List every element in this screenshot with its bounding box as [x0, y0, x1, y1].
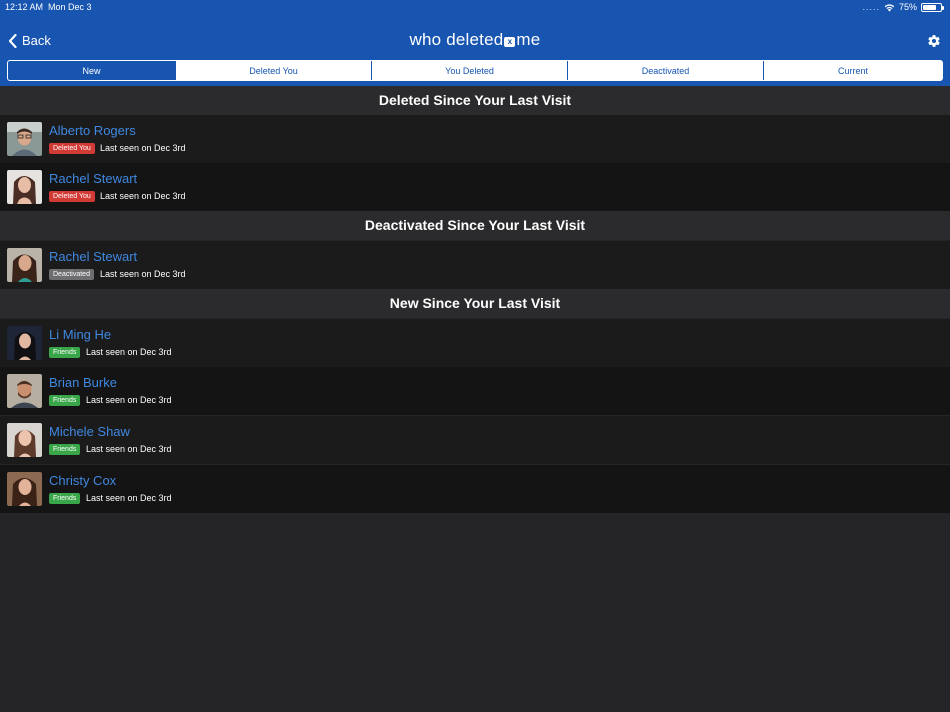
- status-badge: Friends: [49, 493, 81, 504]
- status-badge: Deactivated: [49, 269, 94, 280]
- status-bar: 12:12 AM Mon Dec 3 ..... 75%: [0, 0, 950, 16]
- person-name[interactable]: Rachel Stewart: [49, 171, 137, 186]
- person-name[interactable]: Rachel Stewart: [49, 249, 137, 264]
- status-badge: Deleted You: [49, 143, 95, 154]
- avatar: [7, 170, 42, 204]
- status-right: ..... 75%: [862, 2, 944, 12]
- app-logo: who deleted x me: [0, 30, 950, 50]
- status-badge: Friends: [49, 347, 81, 358]
- battery-percent: 75%: [898, 2, 917, 12]
- last-seen-text: Last seen on Dec 3rd: [100, 191, 186, 201]
- person-name[interactable]: Alberto Rogers: [49, 123, 136, 138]
- section-header-deactivated: Deactivated Since Your Last Visit: [0, 211, 950, 240]
- last-seen-text: Last seen on Dec 3rd: [86, 493, 172, 503]
- last-seen-text: Last seen on Dec 3rd: [86, 347, 172, 357]
- last-seen-text: Last seen on Dec 3rd: [86, 395, 172, 405]
- nav-bar: Back who deleted x me: [0, 22, 950, 60]
- status-time: 12:12 AM: [5, 2, 44, 12]
- filter-tabs: New Deleted You You Deleted Deactivated …: [7, 60, 943, 81]
- tab-current[interactable]: Current: [764, 61, 942, 80]
- list-item[interactable]: Christy Cox Friends Last seen on Dec 3rd: [0, 465, 950, 513]
- tab-deactivated[interactable]: Deactivated: [568, 61, 764, 80]
- avatar: [7, 472, 42, 506]
- section-header-deleted: Deleted Since Your Last Visit: [0, 86, 950, 115]
- tab-deleted-you[interactable]: Deleted You: [176, 61, 372, 80]
- list-item[interactable]: Michele Shaw Friends Last seen on Dec 3r…: [0, 416, 950, 464]
- person-name[interactable]: Brian Burke: [49, 375, 117, 390]
- status-date: Mon Dec 3: [48, 2, 92, 12]
- list-item[interactable]: Rachel Stewart Deactivated Last seen on …: [0, 241, 950, 289]
- last-seen-text: Last seen on Dec 3rd: [100, 269, 186, 279]
- list-item[interactable]: Rachel Stewart Deleted You Last seen on …: [0, 163, 950, 211]
- gear-icon[interactable]: [927, 34, 941, 48]
- avatar: [7, 122, 42, 156]
- battery-icon: [921, 2, 944, 12]
- logo-text-1: who deleted: [409, 30, 504, 49]
- list-item[interactable]: Alberto Rogers Deleted You Last seen on …: [0, 115, 950, 163]
- last-seen-text: Last seen on Dec 3rd: [100, 143, 186, 153]
- status-badge: Deleted You: [49, 191, 95, 202]
- status-badge: Friends: [49, 395, 81, 406]
- tab-you-deleted[interactable]: You Deleted: [372, 61, 568, 80]
- person-name[interactable]: Li Ming He: [49, 327, 111, 342]
- logo-x-badge: x: [504, 37, 516, 47]
- avatar: [7, 248, 42, 282]
- last-seen-text: Last seen on Dec 3rd: [86, 444, 172, 454]
- person-name[interactable]: Michele Shaw: [49, 424, 130, 439]
- section-header-new: New Since Your Last Visit: [0, 289, 950, 318]
- person-name[interactable]: Christy Cox: [49, 473, 116, 488]
- status-badge: Friends: [49, 444, 81, 455]
- top-bar: 12:12 AM Mon Dec 3 ..... 75% Back who de…: [0, 0, 950, 86]
- tab-new[interactable]: New: [8, 61, 176, 80]
- avatar: [7, 326, 42, 360]
- list-item[interactable]: Brian Burke Friends Last seen on Dec 3rd: [0, 367, 950, 415]
- logo-text-2: me: [516, 30, 541, 49]
- avatar: [7, 423, 42, 457]
- list-item[interactable]: Li Ming He Friends Last seen on Dec 3rd: [0, 319, 950, 367]
- avatar: [7, 374, 42, 408]
- wifi-icon: [884, 3, 895, 12]
- signal-icon: .....: [862, 2, 880, 12]
- battery-fill: [923, 4, 936, 10]
